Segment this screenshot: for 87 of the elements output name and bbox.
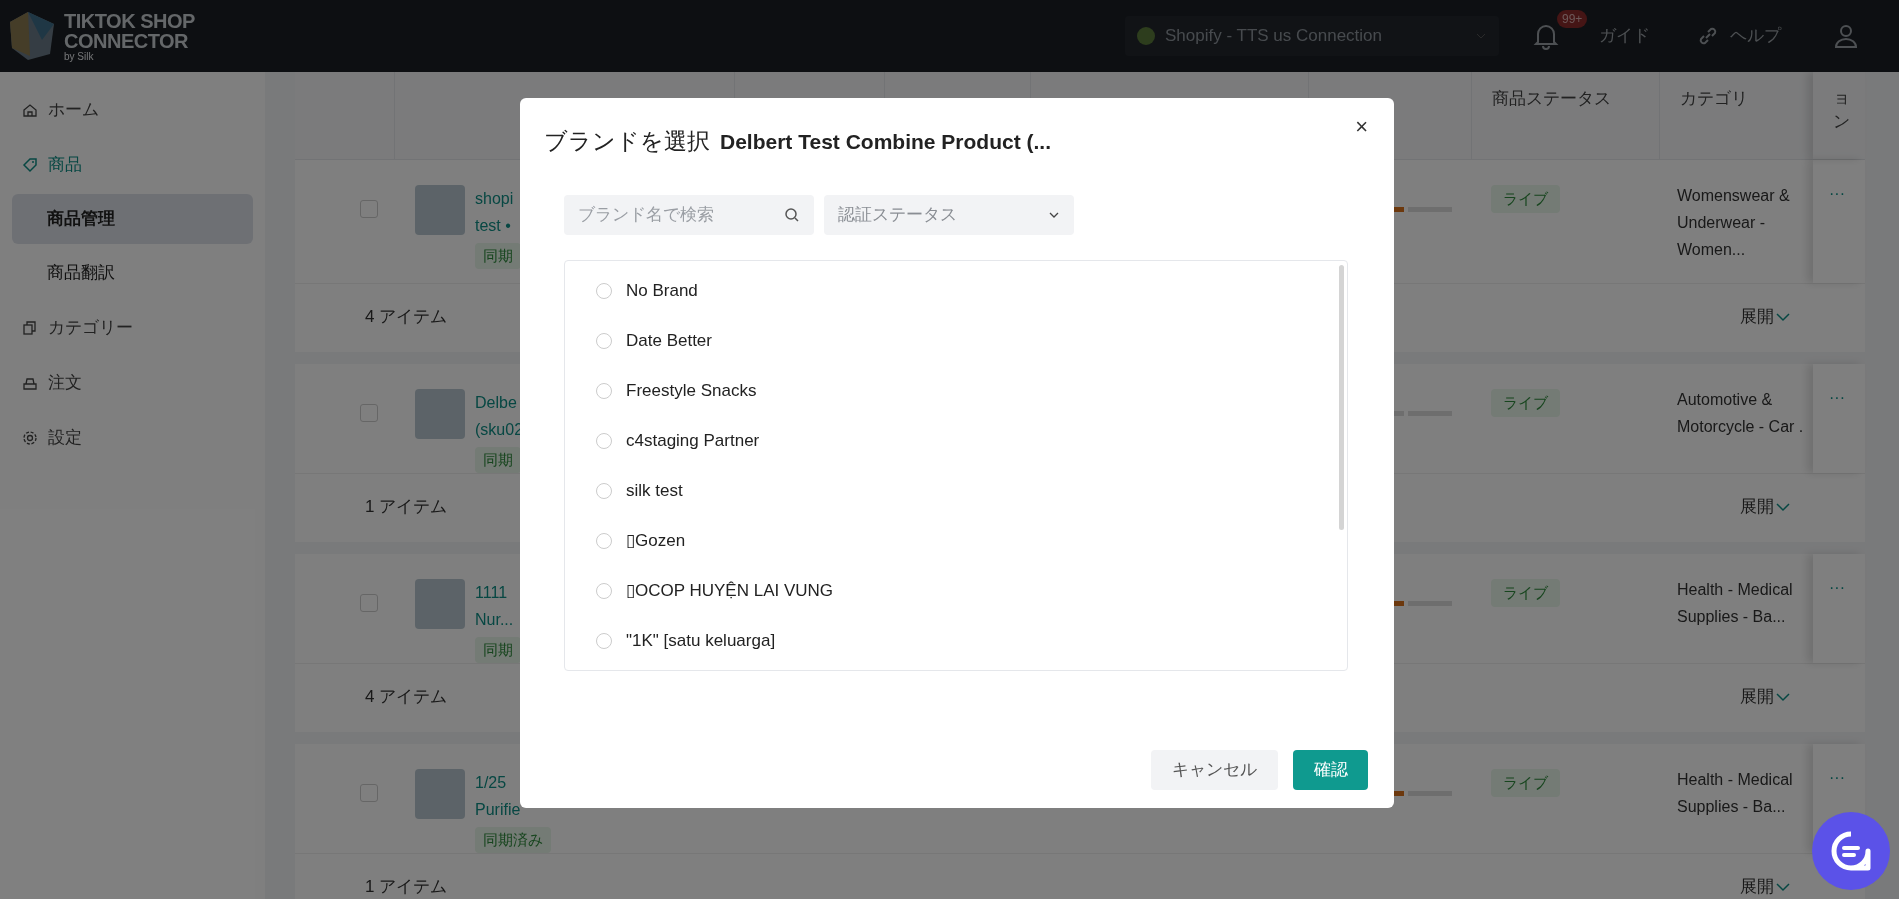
product-name[interactable]: Purifie (475, 796, 521, 823)
row-checkbox[interactable] (360, 784, 378, 802)
scrollbar[interactable] (1339, 264, 1344, 530)
logo-text: CONNECTOR (64, 30, 190, 51)
cancel-button[interactable]: キャンセル (1151, 750, 1278, 790)
expand-button[interactable]: 展開 (1740, 684, 1790, 710)
photo-placeholder (415, 185, 465, 235)
status-tag: ライブ (1491, 579, 1560, 607)
item-count: 1 アイテム (365, 876, 448, 898)
sync-tag: 同期 (475, 637, 521, 663)
status-tag: ライブ (1491, 389, 1560, 417)
sync-tag: 同期 (475, 447, 521, 473)
chevron-down-icon (1776, 311, 1790, 322)
logo-byline: by Silk (64, 51, 95, 62)
sidebar-item[interactable]: 商品 (12, 137, 253, 192)
sidebar-item[interactable]: 設定 (12, 410, 253, 465)
category-text: Health - Medical (1677, 770, 1794, 790)
product-name[interactable]: shopi (475, 185, 514, 212)
expand-button[interactable]: 展開 (1740, 494, 1790, 520)
status-tag: ライブ (1491, 769, 1560, 797)
item-count: 4 アイテム (365, 306, 448, 328)
sync-tag: 同期 (475, 243, 521, 269)
more-button[interactable]: ··· (1829, 390, 1845, 406)
photo-placeholder (415, 389, 465, 439)
notification-badge: 99+ (1557, 10, 1588, 28)
sidebar-subitem[interactable]: 商品管理 (12, 194, 253, 244)
brand-option[interactable]: Freestyle Snacks (565, 365, 1347, 416)
row-checkbox[interactable] (360, 404, 378, 422)
row-checkbox[interactable] (360, 594, 378, 612)
item-count: 4 アイテム (365, 686, 448, 708)
photo-placeholder (415, 769, 465, 819)
tag-icon (22, 156, 38, 173)
brand-option[interactable]: c4staging Partner (565, 415, 1347, 466)
product-name[interactable]: 1/25 (475, 769, 507, 796)
chevron-down-icon (1776, 881, 1790, 892)
status-tag: ライブ (1491, 185, 1560, 213)
product-name[interactable]: test • (475, 212, 511, 239)
brand-option[interactable]: "1K" [satu keluarga] (565, 615, 1347, 666)
brand-option[interactable]: silk test (565, 465, 1347, 516)
brand-option[interactable]: ▯OCOP HUYỆN LAI VUNG (565, 565, 1347, 616)
column-header: カテゴリ (1680, 89, 1748, 108)
expand-button[interactable]: 展開 (1740, 304, 1790, 330)
sidebar-item[interactable]: ホーム (12, 82, 253, 137)
sidebar-item[interactable]: 注文 (12, 355, 253, 410)
category-text: Womenswear & (1677, 186, 1791, 206)
category-text: Automotive & (1677, 390, 1774, 410)
column-header: 商品ステータス (1492, 89, 1611, 108)
chat-icon (1829, 829, 1873, 873)
chevron-down-icon (1776, 691, 1790, 702)
search-field[interactable]: ブランド名で検索 (564, 194, 814, 235)
dialog-subtitle: Delbert Test Combine Product (... (720, 128, 1051, 155)
category-text: Women... (1677, 240, 1747, 260)
item-count: 1 アイテム (365, 496, 448, 518)
guide-link[interactable]: ガイド (1599, 23, 1650, 49)
category-text: Health - Medical (1677, 580, 1794, 600)
settings-icon (22, 429, 38, 446)
chevron-down-icon (1776, 501, 1790, 512)
logo-text: TIKTOK SHOP (64, 10, 195, 31)
more-button[interactable]: ··· (1829, 770, 1845, 786)
search-icon (784, 206, 800, 223)
more-button[interactable]: ··· (1829, 580, 1845, 596)
expand-button[interactable]: 展開 (1740, 874, 1790, 899)
category-text: Supplies - Ba... (1677, 797, 1787, 817)
category-text: Motorcycle - Car . (1677, 417, 1805, 437)
brand-option[interactable]: ▯Gozen (565, 515, 1347, 566)
help-link[interactable]: ヘルプ (1696, 23, 1781, 49)
dialog-title: ブランドを選択 (544, 127, 710, 156)
more-button[interactable]: ··· (1829, 186, 1845, 202)
status-filter-dropdown[interactable]: 認証ステータス (824, 194, 1074, 235)
sync-tag: 同期済み (475, 827, 551, 853)
sidebar-item[interactable]: カテゴリー (12, 300, 253, 355)
product-name[interactable]: Nur... (475, 606, 514, 633)
copy-icon (22, 319, 38, 336)
confirm-button[interactable]: 確認 (1293, 750, 1368, 790)
store-selector[interactable]: Shopify - TTS us Connection (1125, 16, 1499, 56)
notification-button[interactable] (1533, 22, 1559, 50)
category-text: Supplies - Ba... (1677, 607, 1787, 627)
photo-placeholder (415, 579, 465, 629)
brand-option[interactable]: Date Better (565, 315, 1347, 366)
product-name[interactable]: 1111 (475, 579, 508, 606)
category-text: Underwear - (1677, 213, 1767, 233)
brand-option[interactable]: No Brand (565, 265, 1347, 316)
row-checkbox[interactable] (360, 200, 378, 218)
close-button[interactable]: × (1355, 116, 1368, 138)
product-name[interactable]: Delbe (475, 389, 517, 416)
user-button[interactable] (1833, 23, 1859, 49)
column-header: ョン (1833, 87, 1850, 133)
